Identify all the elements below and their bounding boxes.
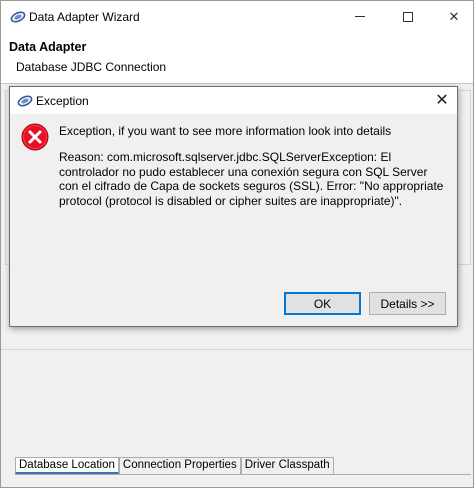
close-icon: ✕	[435, 92, 449, 109]
wizard-title: Data Adapter Wizard	[29, 10, 140, 24]
tab-bar: Database Location Connection Properties …	[15, 457, 334, 474]
tab-connection-properties[interactable]: Connection Properties	[118, 457, 241, 474]
app-logo-icon	[10, 11, 26, 23]
wizard-titlebar: Data Adapter Wizard ✕	[1, 1, 473, 32]
close-icon: ✕	[448, 8, 460, 24]
exception-reason: Reason: com.microsoft.sqlserver.jdbc.SQL…	[59, 150, 444, 208]
page-subtitle: Database JDBC Connection	[16, 60, 167, 74]
maximize-icon	[403, 11, 413, 22]
exception-message: Exception, if you want to see more infor…	[59, 124, 392, 138]
panel-divider	[1, 349, 473, 350]
details-button[interactable]: Details >>	[369, 292, 446, 315]
wizard-header: Data Adapter Database JDBC Connection	[1, 32, 473, 83]
maximize-button[interactable]	[385, 1, 431, 32]
dialog-title: Exception	[36, 94, 89, 108]
exception-dialog: Exception ✕ Exception, if you want to se…	[9, 86, 458, 327]
ok-button[interactable]: OK	[284, 292, 361, 315]
tab-driver-classpath[interactable]: Driver Classpath	[240, 457, 334, 474]
minimize-button[interactable]	[337, 1, 383, 32]
close-button[interactable]: ✕	[431, 1, 474, 32]
error-icon	[21, 123, 49, 151]
dialog-close-button[interactable]: ✕	[430, 89, 454, 111]
minimize-icon	[355, 16, 365, 17]
page-title: Data Adapter	[9, 40, 87, 54]
tab-bar-baseline	[15, 474, 471, 475]
app-logo-icon	[17, 95, 33, 107]
tab-database-location[interactable]: Database Location	[15, 457, 119, 474]
dialog-titlebar: Exception ✕	[10, 87, 457, 114]
